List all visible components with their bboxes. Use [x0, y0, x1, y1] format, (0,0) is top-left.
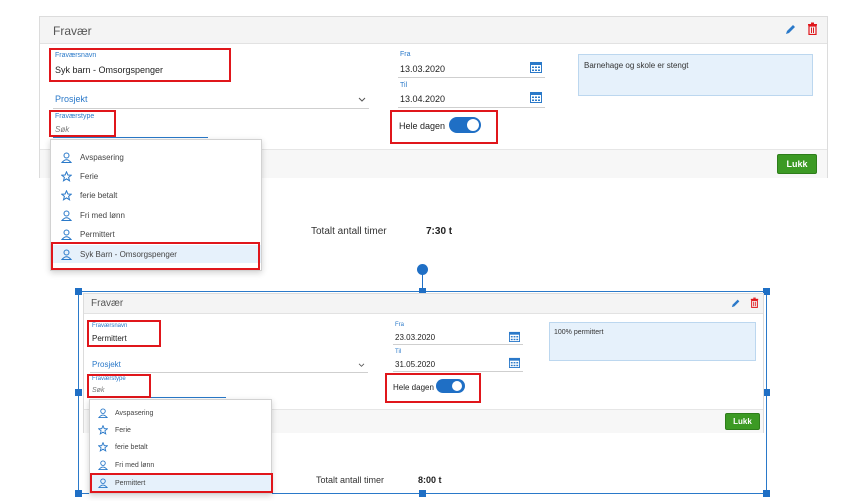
from-label: Fra: [395, 322, 404, 328]
resize-handle[interactable]: [75, 288, 82, 295]
highlight-absence-type: [87, 374, 151, 398]
highlight-all-day: [385, 373, 481, 403]
comment-text: Barnehage og skole er stengt: [584, 61, 689, 70]
resize-handle[interactable]: [763, 288, 770, 295]
close-button[interactable]: Lukk: [725, 413, 760, 430]
star-icon: [61, 189, 72, 201]
resize-handle[interactable]: [75, 490, 82, 497]
calendar-icon[interactable]: [509, 331, 520, 342]
comment-field[interactable]: Barnehage og skole er stengt: [578, 54, 813, 96]
list-item[interactable]: Permittert: [51, 225, 261, 243]
list-item[interactable]: Avspasering: [51, 148, 261, 166]
highlight-absence-name: [87, 320, 161, 347]
close-button[interactable]: Lukk: [777, 154, 817, 174]
to-date[interactable]: 31.05.2020: [395, 360, 435, 369]
person-icon: [98, 408, 108, 418]
chevron-down-icon[interactable]: [358, 363, 365, 368]
list-item[interactable]: Fri med lønn: [90, 457, 271, 473]
from-underline: [398, 77, 545, 78]
to-underline: [393, 371, 523, 372]
trash-icon[interactable]: [750, 297, 759, 308]
comment-field[interactable]: 100% permittert: [549, 322, 756, 361]
list-item[interactable]: Avspasering: [90, 405, 271, 421]
star-icon: [98, 425, 108, 435]
highlight-selected-item: [90, 473, 273, 493]
pencil-icon[interactable]: [785, 23, 797, 35]
highlight-absence-type: [49, 110, 116, 137]
from-underline: [393, 344, 523, 345]
person-icon: [61, 152, 72, 163]
highlight-all-day: [390, 110, 498, 144]
star-icon: [61, 170, 72, 182]
total-hours-value: 8:00 t: [418, 475, 442, 485]
highlight-selected-item: [51, 242, 260, 270]
list-item[interactable]: ferie betalt: [51, 186, 261, 204]
calendar-icon[interactable]: [509, 357, 520, 368]
project-select[interactable]: Prosjekt: [55, 94, 88, 104]
list-item[interactable]: ferie betalt: [90, 439, 271, 455]
to-date[interactable]: 13.04.2020: [400, 94, 445, 104]
from-date[interactable]: 23.03.2020: [395, 333, 435, 342]
from-date[interactable]: 13.03.2020: [400, 64, 445, 74]
panel-title: Fravær: [91, 298, 124, 309]
to-label: Til: [400, 82, 408, 89]
panel-header: Fravær: [84, 294, 763, 314]
person-icon: [61, 229, 72, 240]
highlight-absence-name: [49, 48, 231, 82]
resize-handle[interactable]: [75, 389, 82, 396]
panel-title: Fravær: [53, 24, 92, 38]
total-hours-value: 7:30 t: [426, 226, 453, 237]
resize-handle[interactable]: [419, 490, 426, 497]
star-icon: [98, 442, 108, 452]
to-label: Til: [395, 349, 402, 355]
pencil-icon[interactable]: [731, 298, 741, 308]
from-label: Fra: [400, 51, 411, 58]
project-underline: [90, 372, 368, 373]
person-icon: [98, 460, 108, 470]
calendar-icon[interactable]: [530, 91, 542, 103]
total-hours-label: Totalt antall timer: [311, 226, 387, 237]
rotate-handle[interactable]: [417, 264, 428, 275]
panel-header: Fravær: [40, 17, 827, 44]
trash-icon[interactable]: [807, 22, 818, 35]
project-underline: [53, 108, 369, 109]
resize-handle[interactable]: [763, 389, 770, 396]
comment-text: 100% permittert: [554, 329, 604, 336]
to-underline: [398, 107, 545, 108]
list-item[interactable]: Fri med lønn: [51, 206, 261, 224]
resize-handle[interactable]: [763, 490, 770, 497]
project-select[interactable]: Prosjekt: [92, 360, 121, 369]
list-item[interactable]: Ferie: [90, 422, 271, 438]
absence-type-underline: [53, 137, 208, 138]
calendar-icon[interactable]: [530, 61, 542, 73]
total-hours-label: Totalt antall timer: [316, 475, 385, 485]
list-item[interactable]: Ferie: [51, 167, 261, 185]
chevron-down-icon[interactable]: [358, 97, 366, 103]
person-icon: [61, 210, 72, 221]
